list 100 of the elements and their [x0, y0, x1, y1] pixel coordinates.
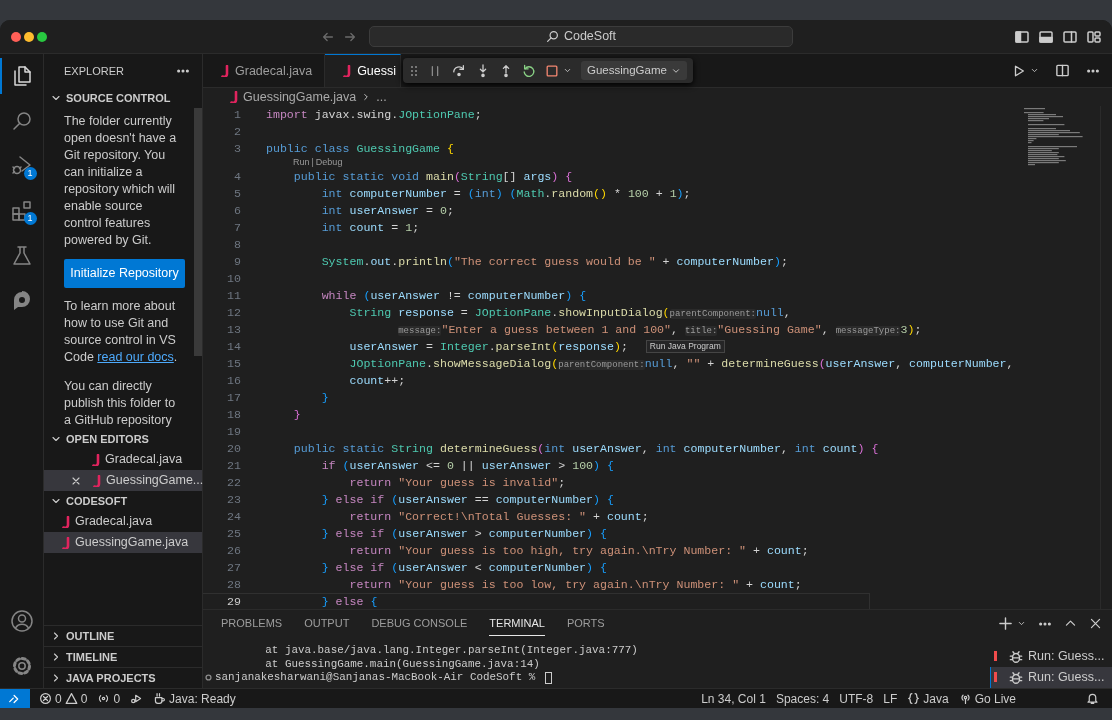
line-number: 21: [226, 457, 241, 474]
indentation-status[interactable]: Spaces: 4: [770, 689, 835, 708]
separator-text: |: [311, 155, 314, 169]
encoding-status[interactable]: UTF-8: [834, 689, 879, 708]
add-icon[interactable]: [998, 616, 1013, 631]
problems-status[interactable]: 0 0: [34, 689, 93, 708]
maximize-button[interactable]: [36, 30, 48, 43]
code-line: } else if (userAnswer < computerNumber) {: [320, 559, 607, 576]
file-item[interactable]: Gradecal.java: [44, 511, 202, 532]
stop-icon[interactable]: [545, 63, 560, 78]
code-line: String response = JOptionPane.showInputDialog(parentComponent:null,: [348, 304, 791, 321]
breadcrumb-item[interactable]: GuessingGame.java: [243, 87, 357, 107]
sidebar-toggle-icon[interactable]: [1014, 28, 1030, 45]
info-text: To learn more about how to use Git and source control in VS Code read our docs.: [64, 298, 179, 366]
code-line: int userAnswer = 0;: [320, 202, 454, 219]
line-number: 9: [233, 253, 241, 270]
line-number: 6: [233, 202, 241, 219]
java-file-icon: [62, 536, 70, 549]
code-line: JOptionPane.showMessageDialog(parentComponent:null, "" + determineGuess(userAnswer, computerNumber,: [348, 355, 1014, 372]
minimize-button[interactable]: [23, 30, 35, 43]
go-live-button[interactable]: Go Live: [953, 689, 1021, 708]
error-marker: [994, 672, 997, 682]
line-number: 4: [233, 168, 241, 185]
extensions-icon[interactable]: [9, 199, 34, 223]
scrollbar-thumb[interactable]: [194, 108, 202, 356]
line-number: 29: [226, 593, 241, 609]
section-header[interactable]: OUTLINE: [44, 625, 202, 646]
editor-tab[interactable]: Guessi: [325, 54, 402, 87]
line-number: 15: [226, 355, 241, 372]
language-status[interactable]: Java: [902, 689, 954, 708]
restart-icon[interactable]: [522, 63, 537, 78]
prompt-marker-icon: [205, 674, 212, 682]
line-number: 20: [226, 440, 241, 457]
drag-handle-icon[interactable]: [409, 63, 420, 78]
sidebar-title: EXPLORER: [64, 63, 124, 79]
panel-tab[interactable]: DEBUG CONSOLE: [371, 611, 468, 636]
caret-icon[interactable]: [1017, 619, 1026, 628]
line-ending-status[interactable]: LF: [878, 689, 903, 708]
initialize-repository-button[interactable]: Initialize Repository: [64, 259, 185, 288]
code-line: import javax.swing.JOptionPane;: [266, 106, 482, 123]
line-number: 1: [233, 106, 241, 123]
panel-toggle-icon[interactable]: [1038, 28, 1054, 45]
broadcast-icon: [97, 692, 111, 705]
section-header[interactable]: CODESOFT: [44, 491, 202, 511]
command-center[interactable]: CodeSoft: [369, 26, 793, 47]
section-header[interactable]: TIMELINE: [44, 646, 202, 667]
run-icon[interactable]: [1012, 63, 1026, 78]
panel-tab[interactable]: OUTPUT: [304, 611, 350, 636]
code-line: return "Your guess is invalid";: [348, 474, 566, 491]
code-line: public static String determineGuess(int userAnswer, int computerNumber, int count) {: [292, 440, 879, 457]
secondary-sidebar-icon[interactable]: [1062, 28, 1078, 45]
line-number: 22: [226, 474, 241, 491]
layout-icon[interactable]: [1086, 28, 1102, 45]
file-item[interactable]: Gradecal.java: [44, 449, 202, 470]
line-number: 11: [226, 287, 241, 304]
java-file-icon: [221, 65, 229, 77]
ports-status[interactable]: 0: [92, 689, 126, 708]
close-button[interactable]: [10, 30, 22, 43]
warning-icon: [64, 692, 78, 705]
bug-icon: [1009, 649, 1023, 664]
breadcrumb-item[interactable]: ...: [376, 87, 387, 107]
notification-badge: 1: [23, 212, 37, 225]
line-number: 14: [226, 338, 241, 355]
code-line: public static void main(String[] args) {: [292, 168, 573, 185]
panel-tab[interactable]: PORTS: [566, 611, 605, 636]
codelens-link[interactable]: Debug: [315, 155, 343, 170]
remote-button[interactable]: [0, 689, 30, 708]
terminal-prompt: sanjanakesharwani@Sanjanas-MacBook-Air CodeSoft %: [215, 671, 537, 685]
java-file-icon: [343, 65, 352, 77]
code-line: } else if (userAnswer > computerNumber) {: [320, 525, 607, 542]
terminal-item[interactable]: Run: Guess...: [990, 667, 1112, 688]
file-item[interactable]: GuessingGame...: [44, 470, 202, 491]
code-line: System.out.println("The correct guess would be " + computerNumber);: [320, 253, 788, 270]
terminal-item[interactable]: Run: Guess...: [990, 646, 1112, 667]
caret-icon[interactable]: [563, 66, 573, 75]
split-editor-icon[interactable]: [1055, 63, 1070, 78]
close-icon[interactable]: [1089, 617, 1102, 630]
info-text: You can directly publish this folder to a GitHub repository: [64, 378, 177, 429]
bug-icon: [1009, 670, 1023, 685]
docs-link[interactable]: read our docs: [97, 350, 174, 364]
section-header[interactable]: SOURCE CONTROL: [44, 88, 202, 108]
cursor-position[interactable]: Ln 34, Col 1: [696, 689, 771, 708]
java-file-icon: [93, 474, 101, 487]
panel-tab[interactable]: TERMINAL: [489, 611, 545, 636]
line-number: 5: [233, 185, 241, 202]
codelens-link[interactable]: Run: [293, 155, 310, 170]
panel-tab[interactable]: PROBLEMS: [221, 611, 283, 636]
code-line: int count = 1;: [320, 219, 420, 236]
line-number: 26: [226, 542, 241, 559]
java-status[interactable]: Java: Ready: [148, 689, 241, 708]
code-line: return "Your guess is too high, try again.\nTry Number: " + count;: [348, 542, 809, 559]
notification-badge: 1: [23, 167, 37, 180]
section-header[interactable]: OPEN EDITORS: [44, 429, 202, 449]
line-number: 12: [226, 304, 241, 321]
configuration-dropdown[interactable]: GuessingGame: [581, 60, 687, 81]
caret-icon[interactable]: [1030, 66, 1039, 75]
line-number: 28: [226, 576, 241, 593]
account-icon[interactable]: [9, 609, 34, 633]
play-person-icon: [130, 692, 144, 705]
file-item[interactable]: GuessingGame.java: [44, 532, 202, 553]
